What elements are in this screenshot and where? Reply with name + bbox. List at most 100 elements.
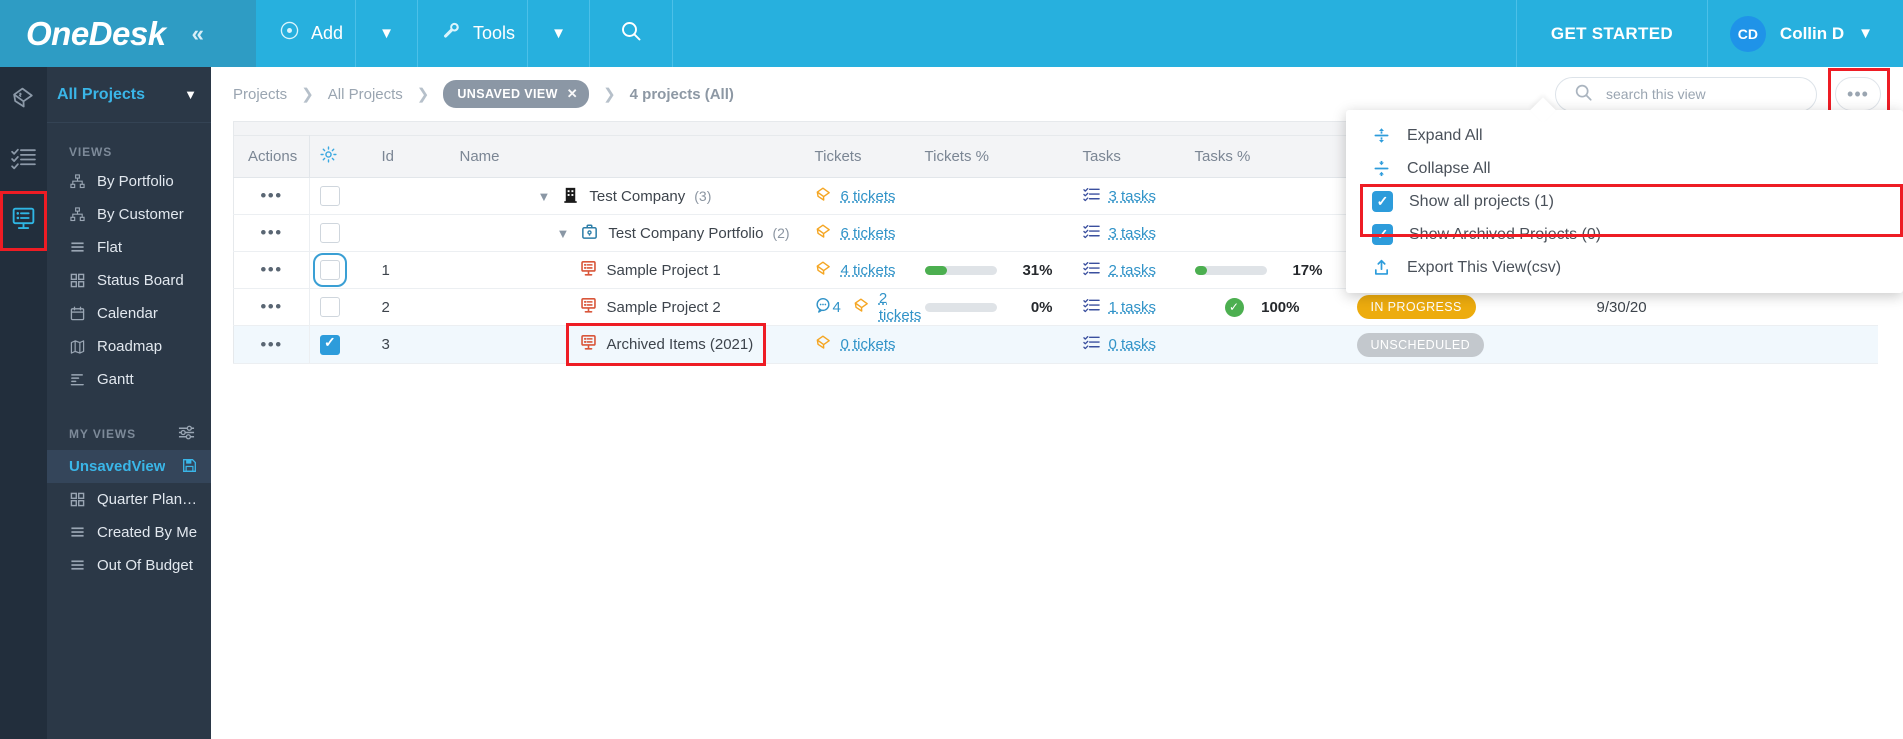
row-checkbox[interactable] bbox=[320, 334, 340, 355]
add-chevron-down-icon[interactable]: ▼ bbox=[355, 0, 417, 67]
menu-item-export-csv[interactable]: Export This View(csv) bbox=[1346, 251, 1903, 284]
row-tasks-cell[interactable]: 3 tasks bbox=[1072, 177, 1185, 215]
row-tickets-cell[interactable]: 6 tickets bbox=[804, 177, 915, 215]
row-checkbox[interactable] bbox=[320, 223, 340, 243]
chevron-down-icon[interactable]: ▼ bbox=[184, 87, 197, 102]
row-tickets-link[interactable]: 2 tickets bbox=[879, 290, 922, 324]
row-tasks-link[interactable]: 1 tasks bbox=[1109, 299, 1157, 316]
sidebar-item-out-of-budget[interactable]: Out Of Budget bbox=[47, 549, 211, 582]
tools-button[interactable]: Tools ▼ bbox=[418, 0, 591, 67]
column-header-tickets-pct[interactable]: Tickets % bbox=[914, 135, 1073, 178]
sliders-icon[interactable] bbox=[178, 424, 195, 444]
chevrons-left-icon[interactable]: « bbox=[192, 21, 204, 47]
row-tickets-cell[interactable]: 4 2 tickets bbox=[804, 288, 921, 326]
table-row[interactable]: ••• 3 Archived Items (2021) bbox=[233, 323, 1878, 366]
sidebar-item-gantt[interactable]: Gantt bbox=[47, 363, 211, 396]
sidebar-item-flat[interactable]: Flat bbox=[47, 231, 211, 264]
column-header-tasks[interactable]: Tasks bbox=[1072, 135, 1185, 178]
row-checkbox[interactable] bbox=[313, 253, 347, 287]
row-tickets-pct-cell bbox=[914, 325, 1073, 364]
row-tasks-link[interactable]: 0 tasks bbox=[1109, 336, 1157, 353]
row-actions-button[interactable]: ••• bbox=[233, 325, 310, 364]
chevron-down-icon[interactable]: ▼ bbox=[538, 189, 551, 204]
column-header-tasks-pct[interactable]: Tasks % bbox=[1184, 135, 1347, 178]
save-icon[interactable] bbox=[182, 458, 197, 476]
column-header-tickets[interactable]: Tickets bbox=[804, 135, 915, 178]
row-actions-button[interactable]: ••• bbox=[233, 214, 310, 252]
row-checkbox-cell[interactable] bbox=[309, 214, 372, 252]
row-tasks-link[interactable]: 2 tasks bbox=[1109, 262, 1157, 279]
row-actions-button[interactable]: ••• bbox=[233, 251, 310, 289]
row-checkbox[interactable] bbox=[320, 297, 340, 317]
gear-icon[interactable] bbox=[320, 146, 337, 167]
sidebar-item-roadmap[interactable]: Roadmap bbox=[47, 330, 211, 363]
add-button[interactable]: Add ▼ bbox=[256, 0, 419, 67]
row-tickets-cell[interactable]: 4 tickets bbox=[804, 251, 915, 289]
rail-item-tickets[interactable] bbox=[0, 71, 47, 131]
row-tickets-link[interactable]: 0 tickets bbox=[841, 336, 896, 353]
archived-items-name-highlight[interactable]: Archived Items (2021) bbox=[565, 323, 767, 366]
row-name-cell[interactable]: Sample Project 2 bbox=[449, 288, 805, 326]
sidebar-item-quarter-planning[interactable]: Quarter Planni... bbox=[47, 483, 211, 516]
table-row[interactable]: ••• 2 Sample Project 2 4 2 tickets 0% 1 … bbox=[233, 288, 1878, 326]
user-menu[interactable]: CD Collin D ▼ bbox=[1708, 0, 1903, 67]
row-checkbox-cell[interactable] bbox=[309, 177, 372, 215]
row-tasks-cell[interactable]: 0 tasks bbox=[1072, 325, 1185, 364]
onedesk-logo[interactable]: OneDesk bbox=[26, 15, 166, 53]
search-input[interactable]: search this view bbox=[1555, 76, 1817, 112]
row-tickets-cell[interactable]: 0 tickets bbox=[804, 325, 915, 364]
row-tickets-link[interactable]: 6 tickets bbox=[841, 188, 896, 205]
row-checkbox-cell[interactable] bbox=[309, 288, 372, 326]
sidebar-item-status-board[interactable]: Status Board bbox=[47, 264, 211, 297]
row-tasks-cell[interactable]: 1 tasks bbox=[1072, 288, 1185, 326]
row-lifecycle-cell[interactable]: IN PROGRESS bbox=[1346, 288, 1587, 326]
tools-chevron-down-icon[interactable]: ▼ bbox=[527, 0, 589, 67]
chevron-down-icon[interactable]: ▼ bbox=[557, 226, 570, 241]
sidebar-item-created-by-me[interactable]: Created By Me bbox=[47, 516, 211, 549]
row-name-cell[interactable]: ▼ Test Company (3) bbox=[449, 177, 805, 215]
checkbox-checked-icon[interactable]: ✓ bbox=[1372, 191, 1393, 212]
column-header-name[interactable]: Name bbox=[449, 135, 805, 178]
row-checkbox-cell[interactable] bbox=[309, 325, 372, 364]
close-icon[interactable]: ✕ bbox=[567, 86, 578, 102]
row-tickets-cell[interactable]: 6 tickets bbox=[804, 214, 915, 252]
menu-item-show-all-projects[interactable]: ✓ Show all projects (1) bbox=[1346, 185, 1903, 218]
rail-item-projects[interactable] bbox=[0, 191, 47, 251]
breadcrumb-all-projects[interactable]: All Projects bbox=[328, 86, 403, 103]
user-chevron-down-icon[interactable]: ▼ bbox=[1858, 25, 1887, 42]
row-tasks-link[interactable]: 3 tasks bbox=[1109, 188, 1157, 205]
row-name-cell[interactable]: Archived Items (2021) bbox=[449, 323, 805, 366]
menu-item-expand-all[interactable]: Expand All bbox=[1346, 119, 1903, 152]
sidebar-item-unsavedview[interactable]: UnsavedView bbox=[47, 450, 211, 483]
row-name-cell[interactable]: ▼ Test Company Portfolio (2) bbox=[449, 214, 805, 252]
row-actions-button[interactable]: ••• bbox=[233, 288, 310, 326]
column-header-id[interactable]: Id bbox=[371, 135, 450, 178]
row-tasks-cell[interactable]: 3 tasks bbox=[1072, 214, 1185, 252]
column-header-select[interactable] bbox=[309, 135, 372, 178]
row-tasks-cell[interactable]: 2 tasks bbox=[1072, 251, 1185, 289]
row-lifecycle-cell[interactable]: UNSCHEDULED bbox=[1346, 325, 1587, 364]
sidebar-item-calendar[interactable]: Calendar bbox=[47, 297, 211, 330]
global-search-button[interactable] bbox=[590, 0, 674, 67]
row-checkbox-cell[interactable] bbox=[309, 251, 372, 289]
sidebar-item-by-customer[interactable]: By Customer bbox=[47, 198, 211, 231]
comment-count-badge[interactable]: 4 bbox=[815, 297, 841, 317]
row-actions-button[interactable]: ••• bbox=[233, 177, 310, 215]
column-header-actions[interactable]: Actions bbox=[233, 135, 310, 178]
row-tickets-link[interactable]: 6 tickets bbox=[841, 225, 896, 242]
menu-item-collapse-all[interactable]: Collapse All bbox=[1346, 152, 1903, 185]
row-checkbox[interactable] bbox=[320, 186, 340, 206]
menu-item-show-archived-projects[interactable]: ✓ Show Archived Projects (0) bbox=[1346, 218, 1903, 251]
row-name-cell[interactable]: Sample Project 1 bbox=[449, 251, 805, 289]
sidebar-item-by-portfolio[interactable]: By Portfolio bbox=[47, 165, 211, 198]
checkbox-checked-icon[interactable]: ✓ bbox=[1372, 224, 1393, 245]
row-tickets-link[interactable]: 4 tickets bbox=[841, 262, 896, 279]
sidebar-header[interactable]: All Projects ▼ bbox=[47, 67, 211, 123]
row-tasks-link[interactable]: 3 tasks bbox=[1109, 225, 1157, 242]
view-options-button[interactable]: ••• bbox=[1828, 68, 1890, 122]
rail-item-tasks[interactable] bbox=[0, 131, 47, 191]
breadcrumb-projects[interactable]: Projects bbox=[233, 86, 287, 103]
get-started-button[interactable]: GET STARTED bbox=[1515, 0, 1708, 67]
breadcrumb-unsaved-view-chip[interactable]: UNSAVED VIEW ✕ bbox=[443, 80, 590, 108]
row-tickets-pct-cell: 0% bbox=[914, 288, 1073, 326]
